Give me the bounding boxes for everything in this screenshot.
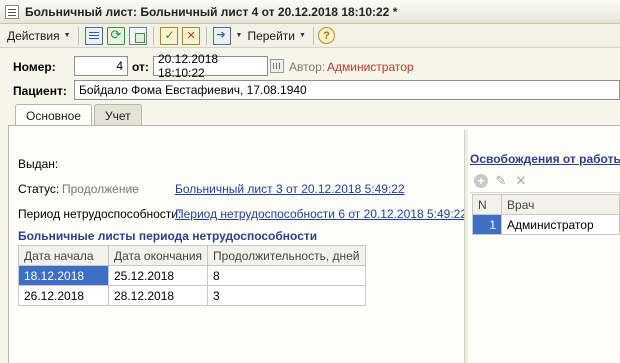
number-field[interactable]: 4 bbox=[74, 56, 128, 76]
table-cell[interactable]: 26.12.2018 bbox=[18, 285, 109, 306]
toolbar-separator bbox=[312, 26, 314, 45]
list-icon[interactable] bbox=[84, 26, 103, 45]
number-label: Номер: bbox=[13, 60, 56, 74]
dropdown-arrow-icon: ▼ bbox=[299, 32, 306, 39]
toolbar: Действия ▼ ▼ Перейти ▼ ? bbox=[0, 24, 620, 48]
date-label: от: bbox=[132, 60, 149, 74]
table-cell[interactable]: Администратор bbox=[501, 214, 620, 235]
table-cell[interactable]: 8 bbox=[207, 265, 366, 286]
table-header-row: N Врач bbox=[471, 194, 620, 215]
actions-menu-label: Действия bbox=[7, 28, 60, 43]
tab-bar: Основное Учет bbox=[15, 104, 144, 127]
period-label: Период нетрудоспособности: bbox=[18, 207, 182, 221]
copy-icon[interactable] bbox=[128, 26, 147, 45]
date-field[interactable]: 20.12.2018 18:10:22 bbox=[153, 52, 268, 80]
tab-main-label: Основное bbox=[26, 109, 81, 123]
goto-icon[interactable] bbox=[212, 26, 231, 45]
author-label: Автор: bbox=[289, 60, 326, 74]
window-title: Больничный лист: Больничный лист 4 от 20… bbox=[25, 4, 398, 19]
toolbar-separator bbox=[77, 26, 79, 45]
tab-main[interactable]: Основное bbox=[15, 104, 92, 127]
table-cell[interactable]: 18.12.2018 bbox=[18, 265, 109, 286]
table-cell[interactable]: 3 bbox=[207, 285, 366, 306]
table-cell[interactable]: 1 bbox=[471, 214, 503, 235]
sheets-table: Дата начала Дата окончания Продолжительн… bbox=[18, 245, 366, 306]
period-link[interactable]: Период нетрудоспособности 6 от 20.12.201… bbox=[175, 207, 467, 221]
number-value: 4 bbox=[116, 59, 123, 73]
patient-field[interactable]: Бойдало Фома Евстафиевич, 17.08.1940 bbox=[74, 80, 620, 100]
post-document-icon[interactable] bbox=[159, 26, 178, 45]
tab-accounting-label: Учет bbox=[104, 108, 131, 123]
table-row[interactable]: 1 Администратор bbox=[471, 214, 620, 235]
column-header-end-date[interactable]: Дата окончания bbox=[107, 245, 209, 266]
author-value: Администратор bbox=[327, 60, 414, 74]
help-icon[interactable]: ? bbox=[317, 27, 335, 44]
toolbar-separator bbox=[152, 26, 154, 45]
status-label: Статус: bbox=[18, 182, 60, 196]
issued-label: Выдан: bbox=[18, 157, 59, 171]
panel-splitter[interactable] bbox=[464, 130, 468, 363]
add-icon[interactable]: + bbox=[474, 174, 488, 188]
column-header-duration[interactable]: Продолжительность, дней bbox=[207, 245, 366, 266]
delete-icon[interactable]: ✕ bbox=[514, 174, 528, 188]
actions-menu-button[interactable]: Действия ▼ bbox=[4, 26, 74, 46]
calendar-icon[interactable] bbox=[270, 59, 284, 73]
goto-menu-button[interactable]: ▼ Перейти ▼ bbox=[233, 26, 309, 46]
document-icon bbox=[5, 4, 19, 19]
table-row[interactable]: 18.12.2018 25.12.2018 8 bbox=[18, 265, 366, 286]
dropdown-arrow-icon: ▼ bbox=[235, 32, 243, 39]
unpost-document-icon[interactable] bbox=[181, 26, 200, 45]
window-titlebar: Больничный лист: Больничный лист 4 от 20… bbox=[0, 0, 620, 24]
patient-value: Бойдало Фома Евстафиевич, 17.08.1940 bbox=[79, 83, 307, 97]
release-section-title[interactable]: Освобождения от работы bbox=[470, 152, 620, 166]
table-cell[interactable]: 25.12.2018 bbox=[107, 265, 209, 286]
column-header-n[interactable]: N bbox=[471, 194, 503, 215]
sheets-section-title: Больничные листы периода нетрудоспособно… bbox=[18, 229, 318, 243]
refresh-icon[interactable] bbox=[106, 26, 125, 45]
toolbar-separator bbox=[205, 26, 207, 45]
table-row[interactable]: 26.12.2018 28.12.2018 3 bbox=[18, 285, 366, 306]
release-table: N Врач 1 Администратор bbox=[471, 194, 620, 235]
column-header-doctor[interactable]: Врач bbox=[501, 194, 620, 215]
table-cell[interactable]: 28.12.2018 bbox=[107, 285, 209, 306]
edit-icon[interactable]: ✎ bbox=[494, 174, 508, 188]
dropdown-arrow-icon: ▼ bbox=[63, 32, 71, 39]
status-value: Продолжение bbox=[62, 182, 139, 196]
goto-menu-label: Перейти bbox=[247, 28, 296, 43]
previous-sheet-link[interactable]: Больничный лист 3 от 20.12.2018 5:49:22 bbox=[175, 182, 405, 196]
patient-label: Пациент: bbox=[13, 84, 67, 98]
release-toolbar: + ✎ ✕ bbox=[470, 170, 528, 192]
date-value: 20.12.2018 18:10:22 bbox=[158, 52, 219, 80]
table-header-row: Дата начала Дата окончания Продолжительн… bbox=[18, 245, 366, 266]
toolbar-divider bbox=[470, 192, 620, 193]
release-panel: Освобождения от работы + ✎ ✕ N Врач 1 Ад… bbox=[470, 130, 620, 363]
tab-accounting[interactable]: Учет bbox=[93, 104, 142, 126]
column-header-start-date[interactable]: Дата начала bbox=[18, 245, 109, 266]
